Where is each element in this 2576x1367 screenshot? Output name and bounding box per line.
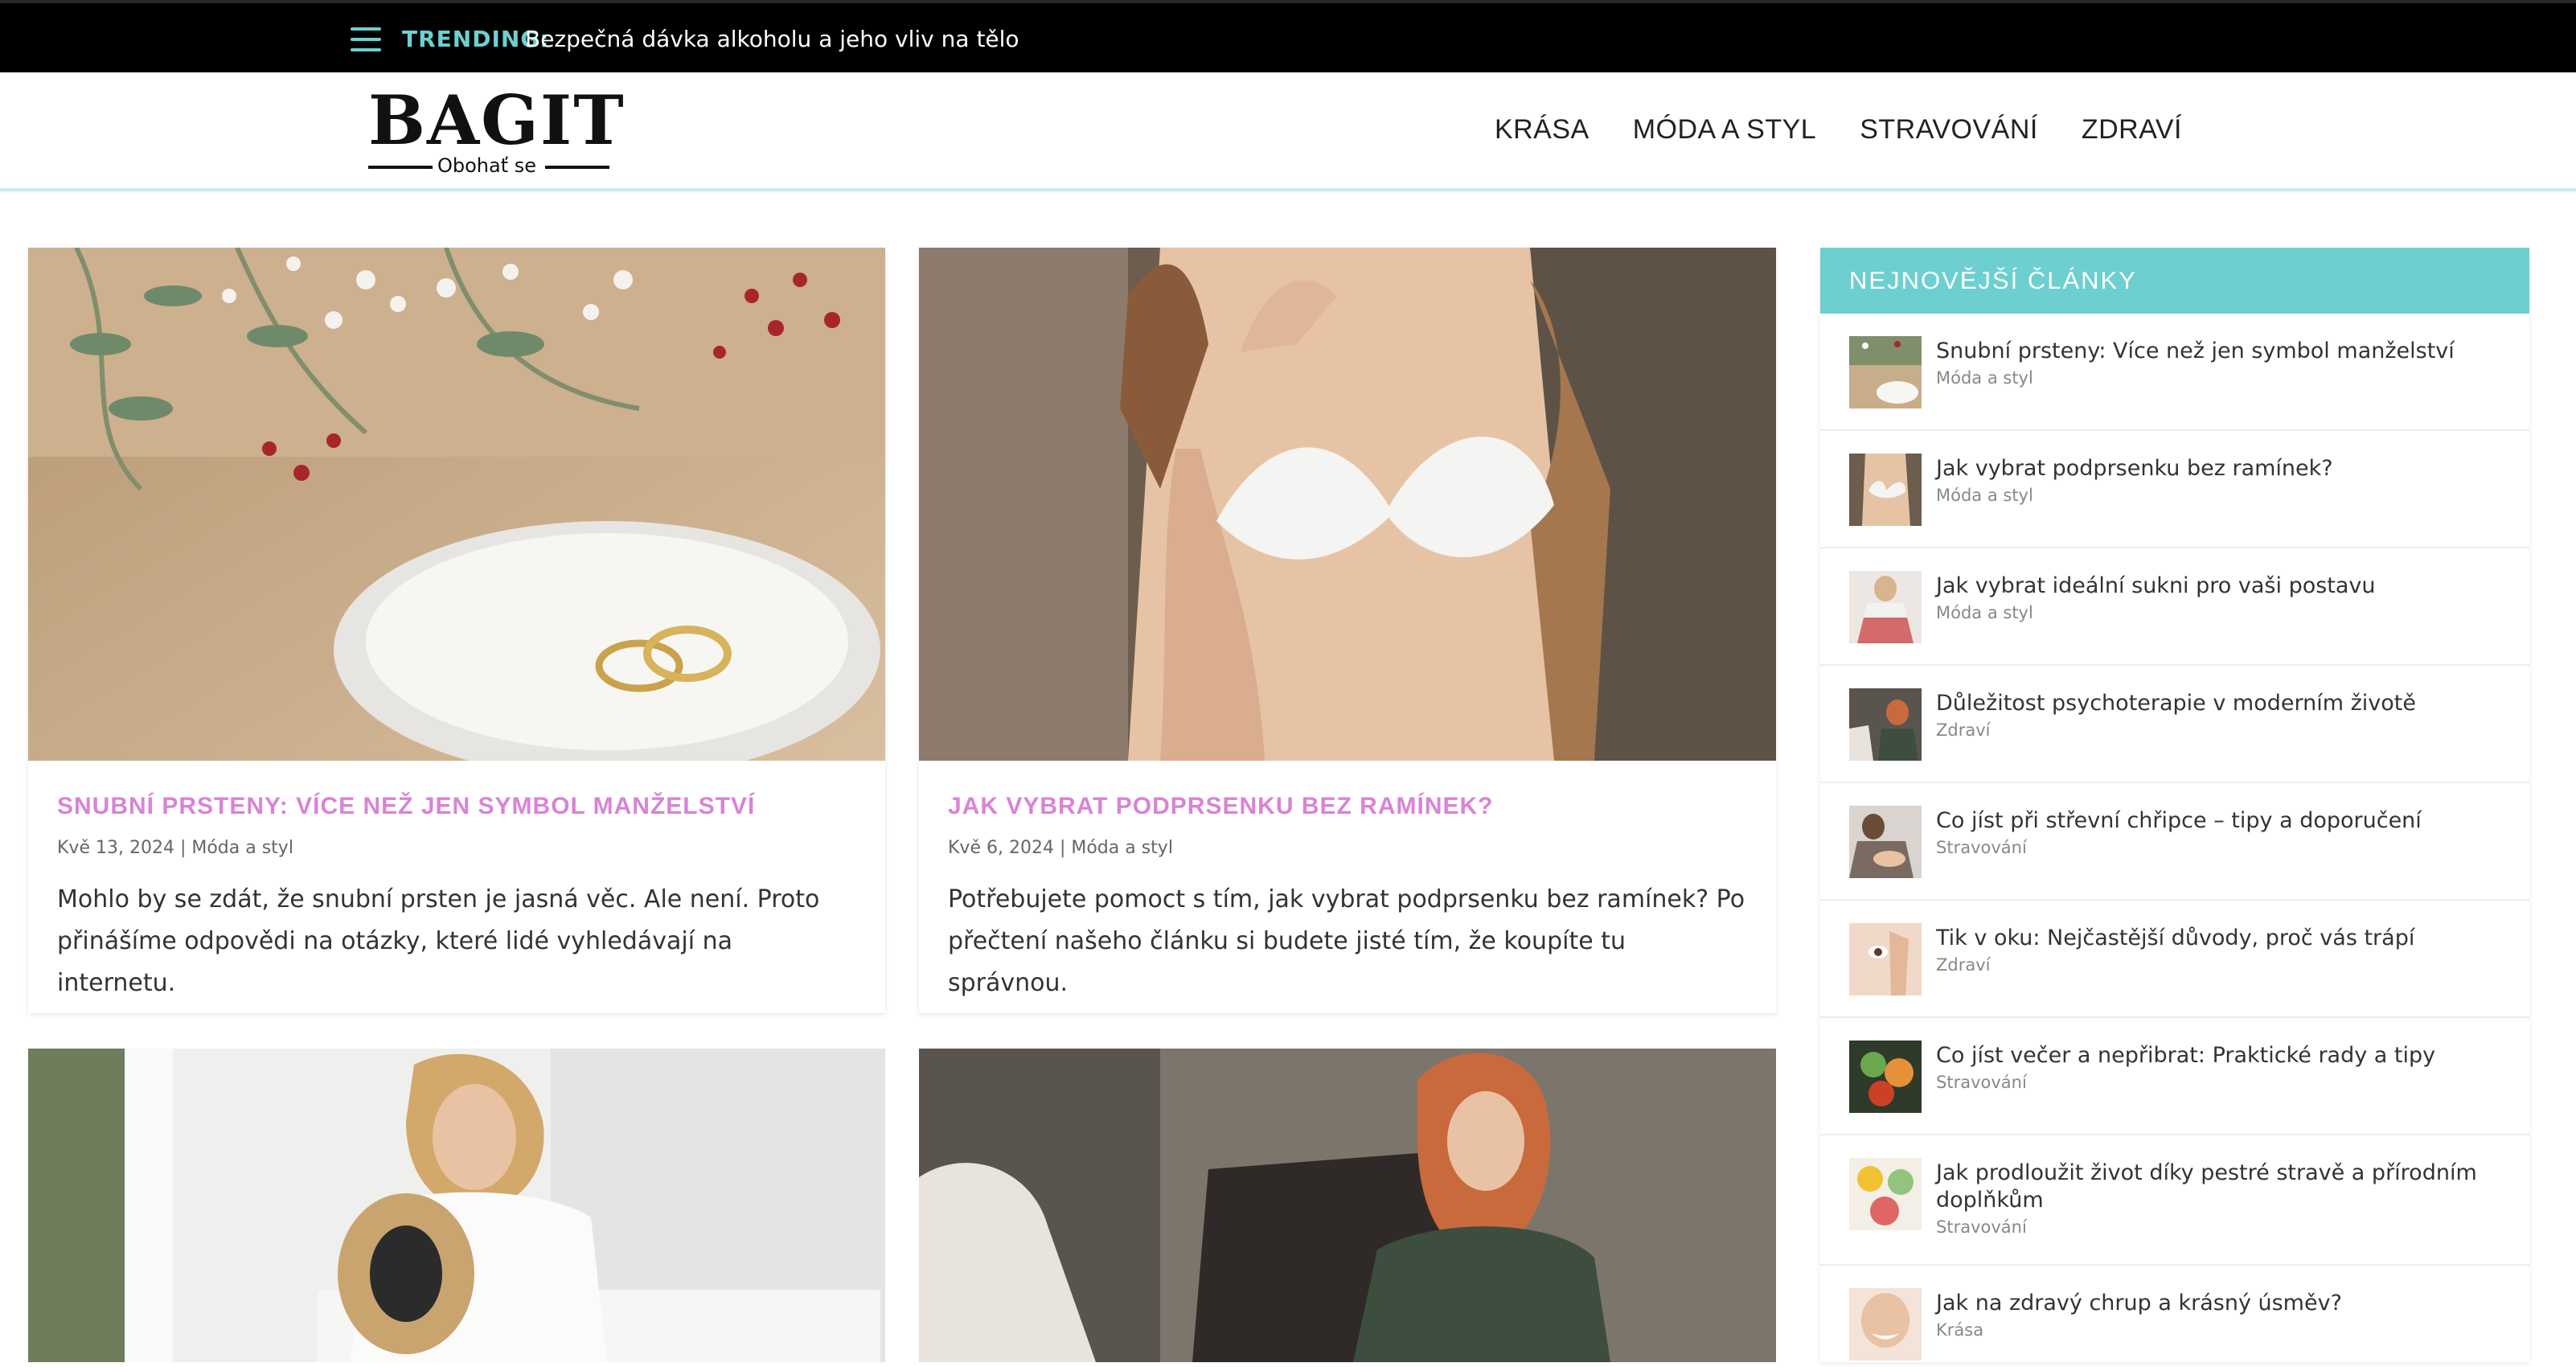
- sidebar-article-item[interactable]: Co jíst večer a nepřibrat: Praktické rad…: [1820, 1018, 2529, 1135]
- logo-wordmark: BAGIT: [368, 80, 626, 160]
- logo-rule-left: [368, 166, 433, 169]
- sidebar-article-category[interactable]: Stravování: [1936, 838, 2027, 857]
- nav-item-stravovani[interactable]: STRAVOVÁNÍ: [1860, 114, 2038, 146]
- nav-item-moda-a-styl[interactable]: MÓDA A STYL: [1633, 114, 1816, 146]
- sidebar-article-item[interactable]: Jak vybrat podprsenku bez ramínek? Móda …: [1820, 431, 2529, 548]
- hamburger-menu-icon[interactable]: [351, 27, 381, 51]
- trending-bar: TRENDING: Bezpečná dávka alkoholu a jeho…: [0, 0, 2576, 72]
- logo-rule-right: [545, 166, 609, 169]
- logo-tagline: Obohať se: [437, 154, 537, 177]
- sidebar-article-item[interactable]: Co jíst při střevní chřipce – tipy a dop…: [1820, 783, 2529, 901]
- sidebar-thumbnail[interactable]: [1849, 806, 1922, 878]
- sidebar-article-title[interactable]: Co jíst při střevní chřipce – tipy a dop…: [1936, 807, 2499, 835]
- post-image-psychotherapy[interactable]: [919, 1049, 1776, 1362]
- sidebar-article-title[interactable]: Snubní prsteny: Více než jen symbol manž…: [1936, 338, 2499, 365]
- sidebar-heading: NEJNOVĚJŠÍ ČLÁNKY: [1820, 248, 2529, 314]
- sidebar-article-category[interactable]: Móda a styl: [1936, 486, 2033, 505]
- sidebar-article-category[interactable]: Zdraví: [1936, 720, 1990, 740]
- post-meta: Kvě 13, 2024 | Móda a styl: [57, 838, 293, 858]
- sidebar-article-title[interactable]: Tik v oku: Nejčastější důvody, proč vás …: [1936, 925, 2499, 952]
- post-card: [919, 1049, 1776, 1362]
- sidebar-thumbnail[interactable]: [1849, 571, 1922, 643]
- trending-link[interactable]: Bezpečná dávka alkoholu a jeho vliv na t…: [525, 26, 1019, 52]
- sidebar-thumbnail[interactable]: [1849, 336, 1922, 408]
- post-card: [28, 1049, 885, 1362]
- post-title[interactable]: SNUBNÍ PRSTENY: VÍCE NEŽ JEN SYMBOL MANŽ…: [57, 793, 856, 820]
- sidebar-article-title[interactable]: Jak vybrat podprsenku bez ramínek?: [1936, 455, 2499, 482]
- nav-item-krasa[interactable]: KRÁSA: [1495, 114, 1589, 146]
- post-card: JAK VYBRAT PODPRSENKU BEZ RAMÍNEK? Kvě 6…: [919, 248, 1776, 1013]
- sidebar-article-category[interactable]: Móda a styl: [1936, 603, 2033, 622]
- sidebar-article-category[interactable]: Krása: [1936, 1320, 1983, 1340]
- site-logo[interactable]: BAGIT Obohať se: [368, 87, 624, 177]
- sidebar-article-item[interactable]: Důležitost psychoterapie v moderním živo…: [1820, 666, 2529, 783]
- sidebar-thumbnail[interactable]: [1849, 1158, 1922, 1230]
- sidebar-article-item[interactable]: Tik v oku: Nejčastější důvody, proč vás …: [1820, 901, 2529, 1018]
- sidebar-latest-articles: NEJNOVĚJŠÍ ČLÁNKY Snubní prsteny: Více n…: [1820, 248, 2529, 1362]
- sidebar-article-item[interactable]: Jak vybrat ideální sukni pro vaši postav…: [1820, 548, 2529, 666]
- sidebar-thumbnail[interactable]: [1849, 454, 1922, 526]
- sidebar-article-title[interactable]: Jak vybrat ideální sukni pro vaši postav…: [1936, 573, 2499, 600]
- main-nav: KRÁSA MÓDA A STYL STRAVOVÁNÍ ZDRAVÍ: [1495, 114, 2182, 146]
- post-date: Kvě 13, 2024: [57, 838, 174, 858]
- sidebar-article-category[interactable]: Móda a styl: [1936, 368, 2033, 388]
- post-title[interactable]: JAK VYBRAT PODPRSENKU BEZ RAMÍNEK?: [948, 793, 1747, 820]
- sidebar-article-item[interactable]: Snubní prsteny: Více než jen symbol manž…: [1820, 314, 2529, 431]
- sidebar-article-title[interactable]: Jak prodloužit život díky pestré stravě …: [1936, 1160, 2499, 1214]
- post-image-woman-with-hat[interactable]: [28, 1049, 885, 1362]
- sidebar-article-item[interactable]: Jak na zdravý chrup a krásný úsměv? Krás…: [1820, 1266, 2529, 1367]
- sidebar-article-category[interactable]: Zdraví: [1936, 955, 1990, 975]
- post-card: SNUBNÍ PRSTENY: VÍCE NEŽ JEN SYMBOL MANŽ…: [28, 246, 885, 1013]
- post-excerpt: Potřebujete pomoct s tím, jak vybrat pod…: [948, 885, 1745, 997]
- post-category-link[interactable]: Móda a styl: [1071, 838, 1173, 858]
- sidebar-article-title[interactable]: Co jíst večer a nepřibrat: Praktické rad…: [1936, 1042, 2499, 1069]
- sidebar-article-title[interactable]: Důležitost psychoterapie v moderním živo…: [1936, 690, 2499, 717]
- post-meta: Kvě 6, 2024 | Móda a styl: [948, 838, 1173, 858]
- nav-item-zdravi[interactable]: ZDRAVÍ: [2082, 114, 2182, 146]
- post-category-link[interactable]: Móda a styl: [191, 838, 293, 858]
- post-image-strapless-bra[interactable]: [919, 248, 1776, 761]
- post-date: Kvě 6, 2024: [948, 838, 1054, 858]
- sidebar-article-title[interactable]: Jak na zdravý chrup a krásný úsměv?: [1936, 1290, 2499, 1317]
- sidebar-thumbnail[interactable]: [1849, 1288, 1922, 1361]
- sidebar-thumbnail[interactable]: [1849, 1041, 1922, 1113]
- post-excerpt: Mohlo by se zdát, že snubní prsten je ja…: [57, 885, 820, 997]
- post-image-wedding-rings[interactable]: [28, 246, 885, 778]
- sidebar-article-item[interactable]: Jak prodloužit život díky pestré stravě …: [1820, 1135, 2529, 1266]
- sidebar-article-category[interactable]: Stravování: [1936, 1073, 2027, 1092]
- sidebar-thumbnail[interactable]: [1849, 923, 1922, 995]
- site-header: BAGIT Obohať se KRÁSA MÓDA A STYL STRAVO…: [0, 72, 2576, 191]
- sidebar-thumbnail[interactable]: [1849, 688, 1922, 761]
- sidebar-article-category[interactable]: Stravování: [1936, 1217, 2027, 1237]
